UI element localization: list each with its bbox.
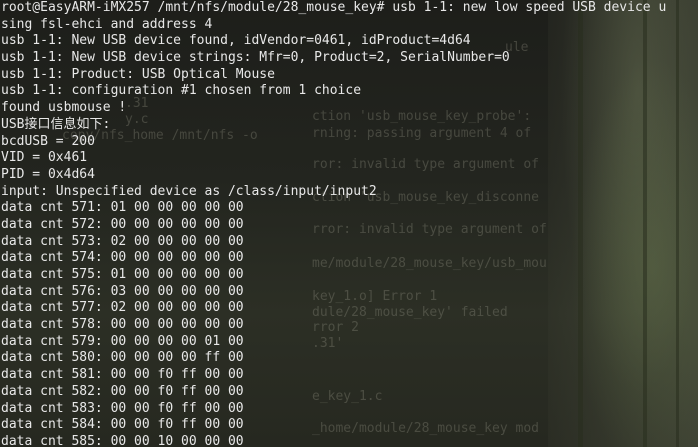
terminal-line: data cnt 571: 01 00 00 00 00 00: [1, 200, 244, 216]
terminal-line: data cnt 579: 00 00 00 00 01 00: [1, 333, 244, 349]
terminal-line: data cnt 582: 00 00 f0 ff 00 00: [1, 383, 244, 399]
terminal-line: data cnt 585: 00 00 10 00 00 00: [1, 433, 244, 447]
terminal-line: data cnt 576: 03 00 00 00 00 00: [1, 283, 244, 299]
terminal-line: usb 1-1: New USB device found, idVendor=…: [1, 33, 471, 49]
terminal-line: PID = 0x4d64: [1, 166, 95, 182]
terminal-line: data cnt 575: 01 00 00 00 00 00: [1, 267, 244, 282]
terminal-line: found usbmouse !: [1, 100, 127, 116]
terminal-line: usb 1-1: New USB device strings: Mfr=0, …: [1, 50, 510, 66]
terminal-line: data cnt 584: 00 00 f0 ff 00 00: [1, 417, 244, 433]
terminal-line: bcdUSB = 200: [1, 133, 95, 149]
terminal-line: USB接口信息如下:: [1, 116, 111, 132]
terminal-line: input: Unspecified device as /class/inpu…: [1, 183, 377, 199]
terminal-line: data cnt 578: 00 00 00 00 00 00: [1, 317, 244, 333]
terminal-line: data cnt 581: 00 00 f0 ff 00 00: [1, 367, 244, 383]
terminal-line: data cnt 577: 02 00 00 00 00 00: [1, 300, 244, 316]
terminal-line: usb 1-1: configuration #1 chosen from 1 …: [1, 83, 362, 99]
terminal-line: data cnt 572: 00 00 00 00 00 00: [1, 216, 244, 232]
terminal-line: usb 1-1: Product: USB Optical Mouse: [1, 66, 275, 82]
terminal-line: root@EasyARM-iMX257 /mnt/nfs/module/28_m…: [1, 0, 667, 15]
terminal-line: data cnt 573: 02 00 00 00 00 00: [1, 233, 244, 249]
terminal-window[interactable]: ule .31 y.c copy/nfs_home /mnt/nfs -o ct…: [0, 0, 698, 447]
terminal-line: sing fsl-ehci and address 4: [1, 16, 213, 32]
terminal-output[interactable]: root@EasyARM-iMX257 /mnt/nfs/module/28_m…: [1, 0, 666, 447]
terminal-line: data cnt 583: 00 00 f0 ff 00 00: [1, 400, 244, 416]
terminal-line: VID = 0x461: [1, 150, 88, 166]
terminal-line: data cnt 574: 00 00 00 00 00 00: [1, 250, 244, 266]
terminal-line: data cnt 580: 00 00 00 00 ff 00: [1, 350, 244, 366]
